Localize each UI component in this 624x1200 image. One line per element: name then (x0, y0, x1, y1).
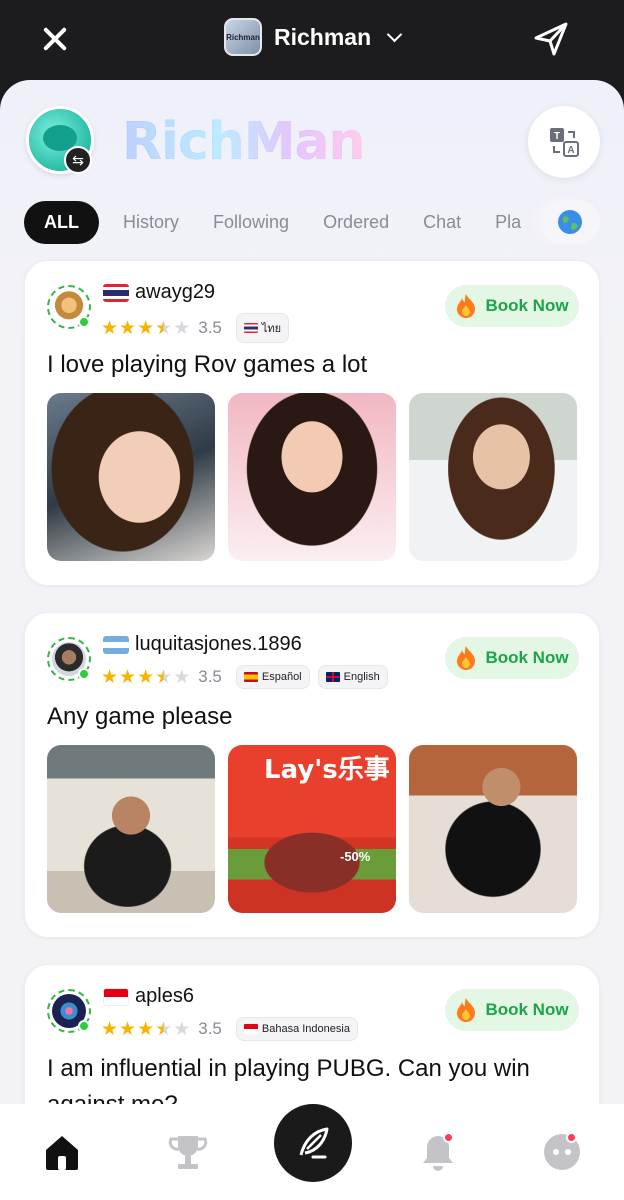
book-now-button[interactable]: Book Now (445, 285, 579, 327)
thailand-flag-icon (243, 323, 258, 333)
username[interactable]: aples6 (135, 985, 194, 1008)
post-photo[interactable] (47, 393, 215, 561)
book-now-button[interactable]: Book Now (445, 989, 579, 1031)
username[interactable]: awayg29 (135, 281, 215, 304)
post-text: I love playing Rov games a lot (47, 351, 368, 378)
post-photo[interactable] (228, 393, 396, 561)
fire-icon (457, 998, 476, 1022)
post-photo[interactable] (409, 745, 577, 913)
chevron-down-icon (386, 26, 403, 42)
star-rating: ★ ★ ★ ★ ★ (101, 666, 191, 688)
online-indicator (78, 668, 90, 680)
tab-history[interactable]: History (123, 212, 179, 233)
book-now-button[interactable]: Book Now (445, 637, 579, 679)
post-photo[interactable]: Lay's乐事 -50% (228, 745, 396, 913)
photo-strip (47, 393, 577, 561)
rating-value: 3.5 (198, 1019, 222, 1038)
book-now-label: Book Now (485, 296, 569, 315)
photo-brand-text: Lay's乐事 (264, 755, 390, 785)
app-thumbnail: Richman (224, 18, 262, 56)
tab-ordered[interactable]: Ordered (323, 212, 389, 233)
post-card[interactable]: luquitasjones.1896 ★ ★ ★ ★ ★ 3.5 Español Eng… (24, 612, 600, 938)
star-rating: ★ ★ ★ ★ ★ (101, 317, 191, 339)
post-photo[interactable] (47, 745, 215, 913)
svg-text:A: A (567, 145, 574, 156)
language-label: ไทย (261, 323, 282, 335)
compose-icon (299, 1127, 329, 1159)
username[interactable]: luquitasjones.1896 (135, 633, 302, 656)
tab-all[interactable]: ALL (24, 200, 99, 244)
profile-icon[interactable] (540, 1130, 584, 1174)
tab-chat[interactable]: Chat (423, 212, 461, 233)
swap-icon[interactable]: ⇆ (64, 146, 92, 174)
online-indicator (78, 316, 90, 328)
online-indicator (78, 1020, 90, 1032)
tab-following[interactable]: Following (213, 212, 289, 233)
tab-play[interactable]: Pla (495, 212, 521, 233)
svg-text:T: T (554, 131, 560, 142)
translate-icon: T A (550, 128, 579, 157)
fire-icon (457, 646, 476, 670)
post-photo[interactable] (409, 393, 577, 561)
language-chip: ไทย (235, 313, 290, 343)
main-sheet: ⇆ RichMan T A ALL History Following Orde… (0, 80, 624, 1200)
home-icon[interactable] (40, 1130, 84, 1174)
translate-button[interactable]: T A (528, 106, 600, 178)
notification-dot (443, 1132, 454, 1143)
app-switcher[interactable]: Richman Richman (224, 17, 403, 57)
book-now-label: Book Now (485, 648, 569, 667)
uk-flag-icon (325, 672, 340, 682)
post-text: Any game please (47, 703, 233, 730)
compose-button[interactable] (274, 1104, 352, 1182)
close-icon[interactable] (38, 22, 72, 56)
language-chip: Español (235, 665, 310, 689)
language-label: Bahasa Indonesia (261, 1023, 350, 1035)
rating-value: 3.5 (198, 318, 222, 337)
send-icon[interactable] (532, 20, 570, 58)
indonesia-flag-icon (243, 1024, 258, 1034)
language-chip: English (317, 665, 388, 689)
indonesia-flag-icon (103, 987, 129, 1006)
bottom-navigation (0, 1104, 624, 1200)
photo-discount-text: -50% (340, 849, 371, 864)
book-now-label: Book Now (485, 1000, 569, 1019)
notification-dot (566, 1132, 577, 1143)
rating-value: 3.5 (198, 667, 222, 686)
top-bar: Richman Richman (0, 0, 624, 80)
photo-strip: Lay's乐事 -50% (47, 745, 577, 913)
star-rating: ★ ★ ★ ★ ★ (101, 1018, 191, 1040)
fire-icon (457, 294, 476, 318)
trophy-icon[interactable] (166, 1130, 210, 1174)
brand-logo: RichMan (122, 112, 366, 172)
language-label: Español (261, 671, 302, 683)
region-button[interactable] (540, 200, 600, 244)
post-card[interactable]: awayg29 ★ ★ ★ ★ ★ 3.5 ไทย Book Now I love pl… (24, 260, 600, 586)
language-chip: Bahasa Indonesia (235, 1017, 358, 1041)
thailand-flag-icon (103, 283, 129, 302)
spain-flag-icon (243, 672, 258, 682)
language-label: English (343, 671, 380, 683)
app-title: Richman (274, 23, 372, 50)
filter-tabs: ALL History Following Ordered Chat Pla (24, 200, 600, 244)
argentina-flag-icon (103, 635, 129, 654)
globe-icon (558, 210, 582, 234)
